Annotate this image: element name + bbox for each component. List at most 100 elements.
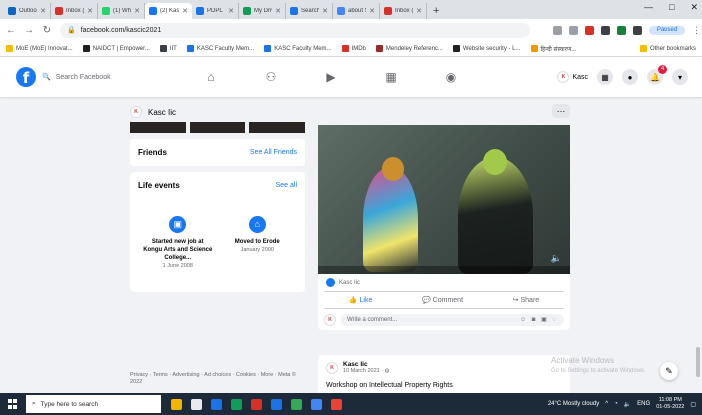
tab-close-icon[interactable]: ✕ <box>416 7 422 15</box>
taskbar-app-icon[interactable] <box>171 398 182 410</box>
bookmark-item[interactable]: IIT <box>159 45 177 52</box>
language-indicator[interactable]: ENG <box>637 401 650 407</box>
browser-tab[interactable]: Inbox (82)✕ <box>380 3 427 19</box>
marketplace-icon[interactable]: ▦ <box>380 70 402 84</box>
bookmark-item[interactable]: IMDb <box>341 45 366 52</box>
browser-tab[interactable]: My Drive✕ <box>239 3 286 19</box>
tab-close-icon[interactable]: ✕ <box>275 7 281 15</box>
windows-start-icon[interactable] <box>4 395 22 413</box>
browser-tab[interactable]: Inbox (82)✕ <box>51 3 98 19</box>
browser-tab[interactable]: about Sc✕ <box>333 3 380 19</box>
chrome-menu-icon[interactable]: ⋮ <box>692 25 701 35</box>
network-icon[interactable]: ◔ <box>614 401 618 407</box>
post-date[interactable]: 10 March 2021 · ◍ <box>343 368 389 374</box>
extension-icon[interactable] <box>617 25 626 35</box>
taskbar-app-icon[interactable] <box>191 398 202 410</box>
folder-icon <box>639 45 647 52</box>
maximize-icon[interactable]: □ <box>669 2 674 13</box>
back-icon[interactable]: ← <box>6 25 16 36</box>
tab-close-icon[interactable]: ✕ <box>369 7 375 15</box>
other-bookmarks[interactable]: Other bookmarks <box>639 45 696 52</box>
video-progress-bar[interactable] <box>318 266 570 274</box>
taskbar-app-icon[interactable] <box>251 398 262 410</box>
close-icon[interactable]: ✕ <box>690 2 698 13</box>
taskbar-app-icon[interactable] <box>291 398 302 410</box>
reload-icon[interactable]: ↻ <box>42 25 52 36</box>
home-icon[interactable]: ⌂ <box>200 70 222 84</box>
reaction-summary[interactable]: Kasc Iic <box>326 278 360 287</box>
post-author[interactable]: Kasc Iic <box>343 361 389 368</box>
photo-thumbnail[interactable] <box>249 122 306 133</box>
tab-close-icon[interactable]: ✕ <box>228 7 234 15</box>
comment-tools-icons[interactable]: ☺ ◙ ▣ ◌ <box>520 314 558 326</box>
browser-tab[interactable]: Outlook✕ <box>4 3 51 19</box>
life-event-item[interactable]: ▣ Started new job at Kongu Arts and Scie… <box>143 216 213 269</box>
extension-icon[interactable] <box>585 25 594 35</box>
account-dropdown-icon[interactable]: ▾ <box>672 69 688 85</box>
taskbar-app-icon[interactable] <box>231 398 242 410</box>
menu-grid-icon[interactable]: ▦ <box>597 69 613 85</box>
more-options-button[interactable]: … <box>552 104 570 118</box>
new-tab-button[interactable]: + <box>427 3 445 19</box>
comment-input[interactable]: Write a comment... ☺ ◙ ▣ ◌ <box>341 314 564 326</box>
like-button[interactable]: 👍 Like <box>349 296 373 304</box>
volume-icon[interactable]: 🔈 <box>624 401 631 408</box>
scrollbar-thumb[interactable] <box>696 347 700 377</box>
volume-icon[interactable]: 🔈 <box>551 253 562 264</box>
tab-close-icon[interactable]: ✕ <box>182 7 188 15</box>
url-input[interactable]: 🔒 facebook.com/kascic2021 <box>60 22 530 38</box>
photo-thumbnail[interactable] <box>189 122 246 133</box>
bookmark-item[interactable]: NAIDCT | Empower... <box>82 45 150 52</box>
tab-close-icon[interactable]: ✕ <box>40 7 46 15</box>
taskbar-app-icon[interactable] <box>331 398 342 410</box>
taskbar-app-icon[interactable] <box>271 398 282 410</box>
bookmark-item[interactable]: KASC Faculty Mem... <box>186 45 254 52</box>
bookmark-item[interactable]: हिन्दी संस्करण... <box>530 45 576 53</box>
messenger-icon[interactable]: ● <box>622 69 638 85</box>
life-events-card: Life events See all ▣ Started new job at… <box>130 172 305 292</box>
tab-close-icon[interactable]: ✕ <box>134 7 140 15</box>
clock[interactable]: 11:08 PM 01-05-2022 <box>656 397 684 411</box>
bookmark-item[interactable]: KASC Faculty Mem... <box>264 45 332 52</box>
watch-icon[interactable]: ▶ <box>320 70 342 84</box>
extension-icon[interactable] <box>601 25 610 35</box>
friends-icon[interactable]: ⚇ <box>260 70 282 84</box>
see-all-link[interactable]: See all <box>276 182 297 189</box>
comment-button[interactable]: 💬 Comment <box>422 296 463 304</box>
browser-tab[interactable]: (1) WhatsApp✕ <box>98 3 145 19</box>
minimize-icon[interactable]: — <box>644 2 653 13</box>
notification-center-icon[interactable]: ▢ <box>690 401 696 408</box>
tray-chevron-icon[interactable]: ^ <box>605 401 608 407</box>
bookmark-item[interactable]: Mendeley Referenc... <box>375 45 443 52</box>
tab-close-icon[interactable]: ✕ <box>322 7 328 15</box>
bookmark-item[interactable]: MoE (MoE) Innovat... <box>6 45 73 52</box>
footer-links[interactable]: Privacy · Terms · Advertising · Ad choic… <box>130 372 305 386</box>
browser-tab[interactable]: Search re✕ <box>286 3 333 19</box>
tab-close-icon[interactable]: ✕ <box>87 7 93 15</box>
notifications-icon[interactable]: 🔔 4 <box>647 65 667 85</box>
weather-status[interactable]: 24°C Mostly cloudy <box>548 401 599 407</box>
photo-thumbnail[interactable] <box>130 122 186 133</box>
profile-chip[interactable]: K Kasc <box>557 71 588 83</box>
page-name[interactable]: Kasc Iic <box>148 108 176 117</box>
share-button[interactable]: ↪ Share <box>513 296 540 304</box>
facebook-search-input[interactable]: 🔍 Search Facebook <box>42 73 152 82</box>
extension-icon[interactable] <box>553 25 562 35</box>
see-all-friends-link[interactable]: See All Friends <box>250 149 297 156</box>
forward-icon[interactable]: → <box>24 25 34 36</box>
taskbar-app-icon[interactable] <box>311 398 322 410</box>
extension-icon[interactable] <box>569 25 578 35</box>
bookmark-item[interactable]: Website security - L... <box>452 45 521 52</box>
video-player[interactable]: 🔈 <box>318 125 570 274</box>
taskbar-app-icon[interactable] <box>211 398 222 410</box>
facebook-logo-icon[interactable]: f <box>16 67 36 87</box>
taskbar-search-input[interactable]: ⌕ Type here to search <box>26 395 161 413</box>
browser-tab[interactable]: PDPL ✕ <box>192 3 239 19</box>
presenter-figure <box>363 167 418 272</box>
extension-icon[interactable] <box>633 25 642 35</box>
new-message-button[interactable]: ✎ <box>660 362 678 380</box>
life-event-item[interactable]: ⌂ Moved to Erode January 2000 <box>222 216 292 269</box>
browser-tab[interactable]: (2) Kasc✕ <box>145 3 192 19</box>
groups-icon[interactable]: ◉ <box>440 70 462 84</box>
profile-paused-button[interactable]: Paused <box>649 25 685 35</box>
